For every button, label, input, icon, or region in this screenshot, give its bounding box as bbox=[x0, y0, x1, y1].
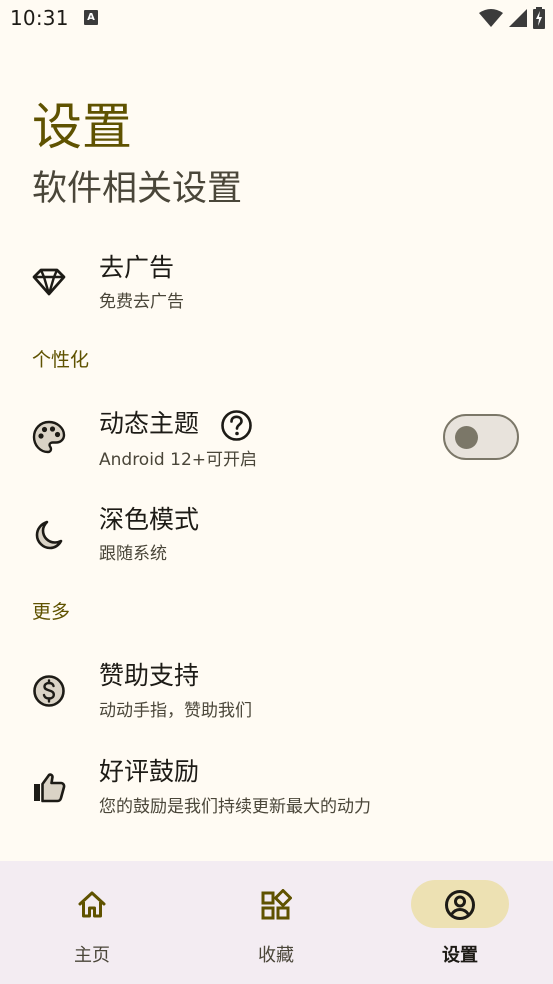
setting-description: 跟随系统 bbox=[99, 544, 167, 564]
section-header-personalization: 个性化 bbox=[32, 349, 90, 371]
nav-label: 收藏 bbox=[258, 945, 294, 966]
setting-title: 赞助支持 bbox=[99, 661, 200, 690]
signal-icon bbox=[509, 9, 527, 27]
help-icon[interactable] bbox=[220, 409, 253, 442]
nav-label: 设置 bbox=[442, 945, 478, 966]
status-bar: 10:31 A bbox=[0, 0, 553, 38]
setting-dark-mode[interactable]: 深色模式 跟随系统 bbox=[0, 496, 553, 576]
home-icon bbox=[78, 891, 106, 918]
setting-description: 免费去广告 bbox=[99, 292, 184, 312]
notification-icon: A bbox=[84, 10, 98, 25]
nav-item-home[interactable]: 主页 bbox=[0, 861, 184, 984]
page-title: 设置 bbox=[32, 98, 132, 156]
setting-title: 好评鼓励 bbox=[99, 757, 200, 786]
nav-label: 主页 bbox=[74, 945, 110, 966]
nav-item-settings[interactable]: 设置 bbox=[368, 861, 552, 984]
settings-screen: 10:31 A 设置 软件相关设置 去广告 免费去广告 个性化 动态主题 And… bbox=[0, 0, 553, 984]
setting-sponsor[interactable]: 赞助支持 动动手指，赞助我们 bbox=[0, 652, 553, 732]
setting-description: 动动手指，赞助我们 bbox=[99, 701, 252, 721]
switch-knob bbox=[455, 426, 478, 449]
widgets-icon bbox=[261, 889, 292, 920]
setting-remove-ads[interactable]: 去广告 免费去广告 bbox=[0, 244, 553, 324]
status-time: 10:31 bbox=[10, 6, 69, 30]
setting-title: 深色模式 bbox=[99, 505, 200, 534]
status-icons bbox=[479, 7, 545, 29]
wifi-icon bbox=[479, 9, 503, 27]
thumb-up-icon bbox=[34, 773, 66, 803]
diamond-icon bbox=[32, 268, 66, 296]
setting-title: 动态主题 bbox=[99, 409, 200, 438]
nav-item-favorites[interactable]: 收藏 bbox=[184, 861, 368, 984]
setting-rate[interactable]: 好评鼓励 您的鼓励是我们持续更新最大的动力 bbox=[0, 748, 553, 828]
moon-icon bbox=[35, 520, 63, 550]
notification-letter: A bbox=[87, 12, 95, 23]
palette-icon bbox=[32, 420, 66, 454]
setting-description: 您的鼓励是我们持续更新最大的动力 bbox=[99, 797, 371, 817]
page-subtitle: 软件相关设置 bbox=[32, 169, 243, 209]
section-header-more: 更多 bbox=[32, 601, 71, 623]
dollar-icon bbox=[33, 675, 65, 707]
setting-description: Android 12+可开启 bbox=[99, 450, 258, 470]
setting-title: 去广告 bbox=[99, 253, 175, 282]
battery-icon bbox=[533, 7, 545, 29]
bottom-navigation: 主页 收藏 设置 bbox=[0, 861, 553, 984]
dynamic-theme-switch[interactable] bbox=[443, 414, 519, 460]
account-icon bbox=[445, 890, 475, 920]
